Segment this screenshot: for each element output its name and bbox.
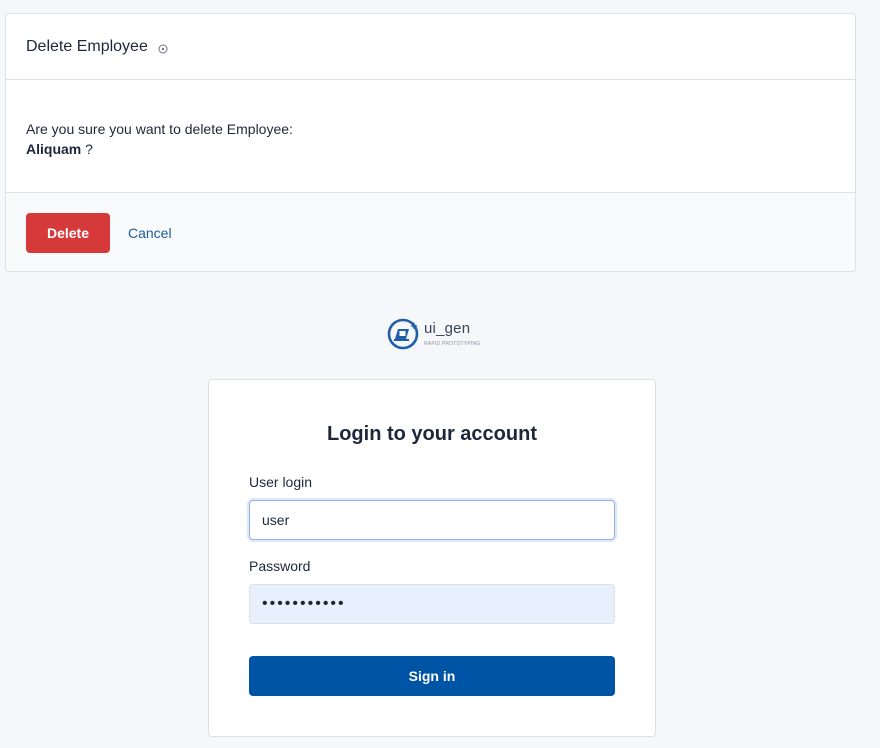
dialog-footer: Delete Cancel — [6, 193, 855, 271]
sign-in-button[interactable]: Sign in — [249, 656, 615, 696]
employee-name-line: Aliquam ? — [26, 139, 835, 159]
cancel-link[interactable]: Cancel — [128, 225, 172, 241]
delete-confirmation-message: Are you sure you want to delete Employee… — [26, 121, 293, 137]
delete-button[interactable]: Delete — [26, 213, 110, 253]
logo-name: ui_gen — [424, 320, 471, 337]
question-mark: ? — [81, 141, 93, 157]
user-login-label: User login — [249, 474, 313, 490]
employee-name: Aliquam — [26, 141, 82, 157]
app-logo: ui_gen RAPID PROTOTYPING — [387, 317, 497, 351]
help-circle-icon[interactable] — [158, 44, 168, 54]
login-card: Login to your account User login Passwor… — [208, 379, 656, 737]
delete-employee-dialog: Delete Employee Are you sure you want to… — [5, 13, 856, 272]
logo-tagline: RAPID PROTOTYPING — [424, 341, 481, 347]
dialog-title: Delete Employee — [26, 37, 148, 55]
password-input[interactable] — [249, 584, 615, 624]
login-title: Login to your account — [327, 423, 537, 445]
laptop-sparkle-logo-icon — [387, 318, 419, 350]
dialog-body: Are you sure you want to delete Employee… — [6, 80, 855, 193]
dialog-header: Delete Employee — [6, 14, 855, 80]
user-login-input[interactable] — [249, 500, 615, 540]
password-label: Password — [249, 558, 311, 574]
